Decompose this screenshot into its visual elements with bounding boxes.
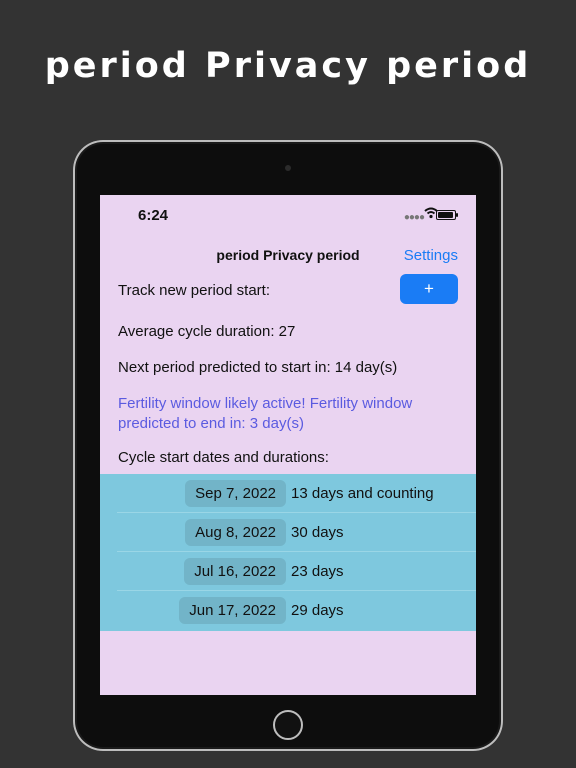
promo-headline: period Privacy period: [44, 46, 532, 86]
date-picker[interactable]: Sep 7, 2022: [185, 480, 286, 507]
date-picker[interactable]: Jun 17, 2022: [179, 597, 286, 624]
history-title: Cycle start dates and durations:: [118, 449, 329, 466]
list-item[interactable]: Jun 17, 2022 29 days: [100, 591, 476, 630]
settings-button[interactable]: Settings: [404, 247, 458, 264]
cycle-list: Sep 7, 2022 13 days and counting Aug 8, …: [100, 474, 476, 631]
list-item[interactable]: Aug 8, 2022 30 days: [100, 513, 476, 552]
list-item[interactable]: Jul 16, 2022 23 days: [100, 552, 476, 591]
battery-icon: [436, 210, 458, 220]
average-cycle-text: Average cycle duration: 27: [118, 323, 296, 340]
duration-text: 23 days: [291, 563, 344, 580]
cellular-signal-icon: ●●●●: [403, 212, 425, 223]
camera-icon: [285, 165, 291, 171]
date-picker[interactable]: Aug 8, 2022: [185, 519, 286, 546]
list-item[interactable]: Sep 7, 2022 13 days and counting: [100, 474, 476, 513]
home-button[interactable]: [273, 710, 303, 740]
next-period-text: Next period predicted to start in: 14 da…: [118, 359, 398, 376]
add-period-button[interactable]: +: [400, 274, 458, 304]
fertility-text: Fertility window likely active! Fertilit…: [118, 395, 413, 432]
track-label: Track new period start:: [118, 282, 270, 299]
date-picker[interactable]: Jul 16, 2022: [184, 558, 286, 585]
status-time: 6:24: [138, 207, 169, 224]
app-screen: 6:24 ●●●● period Privacy period Settings…: [100, 195, 476, 695]
duration-text: 29 days: [291, 602, 344, 619]
duration-text: 13 days and counting: [291, 485, 434, 502]
duration-text: 30 days: [291, 524, 344, 541]
